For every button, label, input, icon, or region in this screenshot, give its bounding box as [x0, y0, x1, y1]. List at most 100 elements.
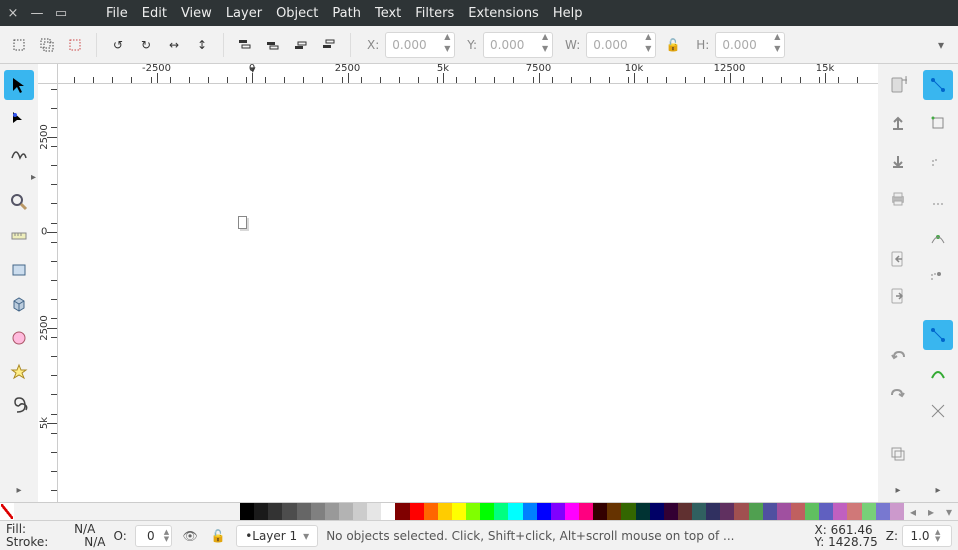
- tweak-tool[interactable]: [4, 138, 34, 168]
- rotate-ccw-icon[interactable]: ↺: [107, 34, 129, 56]
- color-swatch[interactable]: [523, 503, 537, 520]
- raise-icon[interactable]: [262, 34, 284, 56]
- toolbar-overflow-icon[interactable]: ▾: [938, 38, 944, 52]
- y-input[interactable]: [484, 38, 538, 52]
- print-icon[interactable]: [883, 184, 913, 214]
- color-swatch[interactable]: [254, 503, 268, 520]
- y-down-icon[interactable]: ▼: [538, 45, 552, 57]
- window-close-button[interactable]: ×: [6, 6, 20, 20]
- snap-curve-icon[interactable]: [923, 358, 953, 388]
- deselect-icon[interactable]: [64, 34, 86, 56]
- color-swatch[interactable]: [565, 503, 579, 520]
- layer-lock-icon[interactable]: 🔓: [208, 526, 228, 546]
- color-swatch[interactable]: [650, 503, 664, 520]
- redo-icon[interactable]: [883, 379, 913, 409]
- color-swatch[interactable]: [805, 503, 819, 520]
- box3d-tool[interactable]: [4, 289, 34, 319]
- opacity-input[interactable]: [138, 529, 164, 543]
- h-up-icon[interactable]: ▲: [770, 33, 784, 45]
- color-swatch[interactable]: [664, 503, 678, 520]
- color-swatch[interactable]: [692, 503, 706, 520]
- circle-tool[interactable]: [4, 323, 34, 353]
- h-spin[interactable]: ▲▼: [715, 32, 785, 58]
- color-swatch[interactable]: [734, 503, 748, 520]
- color-swatch[interactable]: [819, 503, 833, 520]
- zoom-spin[interactable]: ▲▼: [902, 525, 952, 547]
- y-spin[interactable]: ▲▼: [483, 32, 553, 58]
- color-swatch[interactable]: [607, 503, 621, 520]
- h-input[interactable]: [716, 38, 770, 52]
- menu-path[interactable]: Path: [332, 6, 361, 21]
- fill-stroke-indicator[interactable]: Fill:N/A Stroke:N/A: [6, 523, 106, 549]
- color-swatch[interactable]: [621, 503, 635, 520]
- select-all-icon[interactable]: [8, 34, 30, 56]
- menu-extensions[interactable]: Extensions: [468, 6, 539, 21]
- color-swatch[interactable]: [297, 503, 311, 520]
- w-spin[interactable]: ▲▼: [586, 32, 656, 58]
- color-swatch[interactable]: [282, 503, 296, 520]
- duplicate-icon[interactable]: [883, 439, 913, 469]
- color-swatch[interactable]: [339, 503, 353, 520]
- color-swatch[interactable]: [551, 503, 565, 520]
- export-icon[interactable]: [883, 281, 913, 311]
- color-swatch[interactable]: [381, 503, 395, 520]
- snap-bbox-icon[interactable]: [923, 108, 953, 138]
- selector-tool[interactable]: [4, 70, 34, 100]
- x-down-icon[interactable]: ▼: [440, 45, 454, 57]
- snap-more-icon[interactable]: ▸: [935, 485, 940, 496]
- x-up-icon[interactable]: ▲: [440, 33, 454, 45]
- menu-object[interactable]: Object: [276, 6, 318, 21]
- measure-tool[interactable]: [4, 221, 34, 251]
- no-color-swatch[interactable]: [0, 503, 14, 520]
- rectangle-tool[interactable]: [4, 255, 34, 285]
- color-swatch[interactable]: [311, 503, 325, 520]
- import-icon[interactable]: [883, 244, 913, 274]
- color-swatch[interactable]: [325, 503, 339, 520]
- color-swatch[interactable]: [777, 503, 791, 520]
- x-spin[interactable]: ▲▼: [385, 32, 455, 58]
- color-swatch[interactable]: [367, 503, 381, 520]
- vertical-ruler[interactable]: ▸ 2500025005k: [38, 84, 58, 502]
- menu-edit[interactable]: Edit: [142, 6, 167, 21]
- color-swatch[interactable]: [876, 503, 890, 520]
- color-swatch[interactable]: [720, 503, 734, 520]
- snap-node-icon[interactable]: [923, 222, 953, 252]
- star-tool[interactable]: [4, 357, 34, 387]
- undo-icon[interactable]: [883, 341, 913, 371]
- menu-layer[interactable]: Layer: [226, 6, 262, 21]
- flip-vertical-icon[interactable]: ↕: [191, 34, 213, 56]
- color-swatch[interactable]: [395, 503, 409, 520]
- color-swatch[interactable]: [636, 503, 650, 520]
- canvas[interactable]: [58, 84, 878, 502]
- toolbox-expand-icon[interactable]: ▸: [31, 172, 36, 183]
- zoom-input[interactable]: [905, 529, 935, 543]
- color-swatch[interactable]: [268, 503, 282, 520]
- lower-to-bottom-icon[interactable]: [318, 34, 340, 56]
- y-up-icon[interactable]: ▲: [538, 33, 552, 45]
- snap-path-icon[interactable]: [923, 260, 953, 290]
- window-minimize-button[interactable]: —: [30, 6, 44, 20]
- node-tool[interactable]: [4, 104, 34, 134]
- spiral-tool[interactable]: [4, 391, 34, 421]
- open-icon[interactable]: [883, 108, 913, 138]
- flip-horizontal-icon[interactable]: ↔: [163, 34, 185, 56]
- commands-more-icon[interactable]: ▸: [895, 485, 900, 496]
- color-swatch[interactable]: [579, 503, 593, 520]
- raise-to-top-icon[interactable]: [234, 34, 256, 56]
- lower-icon[interactable]: [290, 34, 312, 56]
- color-swatch[interactable]: [749, 503, 763, 520]
- color-swatch[interactable]: [763, 503, 777, 520]
- menu-text[interactable]: Text: [375, 6, 401, 21]
- color-swatch[interactable]: [466, 503, 480, 520]
- menu-file[interactable]: File: [106, 6, 128, 21]
- color-swatch[interactable]: [862, 503, 876, 520]
- snap-intersect-icon[interactable]: [923, 396, 953, 426]
- ruler-origin-icon[interactable]: [38, 64, 58, 84]
- window-maximize-button[interactable]: ▭: [54, 6, 68, 20]
- color-swatch[interactable]: [438, 503, 452, 520]
- color-swatch[interactable]: [480, 503, 494, 520]
- opacity-down-icon[interactable]: ▼: [164, 536, 169, 543]
- color-swatch[interactable]: [537, 503, 551, 520]
- save-icon[interactable]: [883, 146, 913, 176]
- color-swatch[interactable]: [494, 503, 508, 520]
